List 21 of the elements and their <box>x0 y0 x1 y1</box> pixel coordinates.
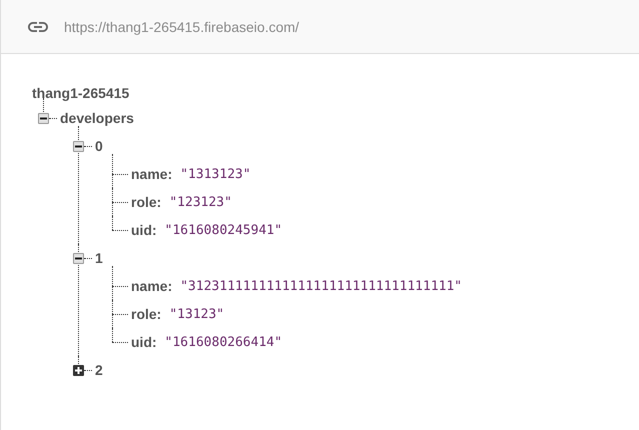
field-value: "3123111111111111111111111111111111" <box>180 278 462 294</box>
expand-icon[interactable] <box>73 364 84 376</box>
field-value: "1616080266414" <box>164 334 282 350</box>
field-key: uid: <box>131 222 157 238</box>
field-key: role: <box>131 194 162 210</box>
root-key[interactable]: thang1-265415 <box>32 82 639 104</box>
field-value: "1616080245941" <box>164 222 282 238</box>
node-key[interactable]: 0 <box>95 138 103 154</box>
collapse-icon[interactable] <box>38 112 49 124</box>
field-value: "13123" <box>169 306 224 322</box>
node-key[interactable]: 1 <box>95 250 103 266</box>
field-key: name: <box>131 166 172 182</box>
collapse-icon[interactable] <box>73 140 84 152</box>
field-key: uid: <box>131 334 157 350</box>
field-key: name: <box>131 278 172 294</box>
collapse-icon[interactable] <box>73 252 84 264</box>
field-value: "123123" <box>169 194 232 210</box>
field-key: role: <box>131 306 162 322</box>
node-key[interactable]: developers <box>60 110 134 126</box>
field-value: "1313123" <box>180 166 251 182</box>
node-key[interactable]: 2 <box>95 362 103 378</box>
